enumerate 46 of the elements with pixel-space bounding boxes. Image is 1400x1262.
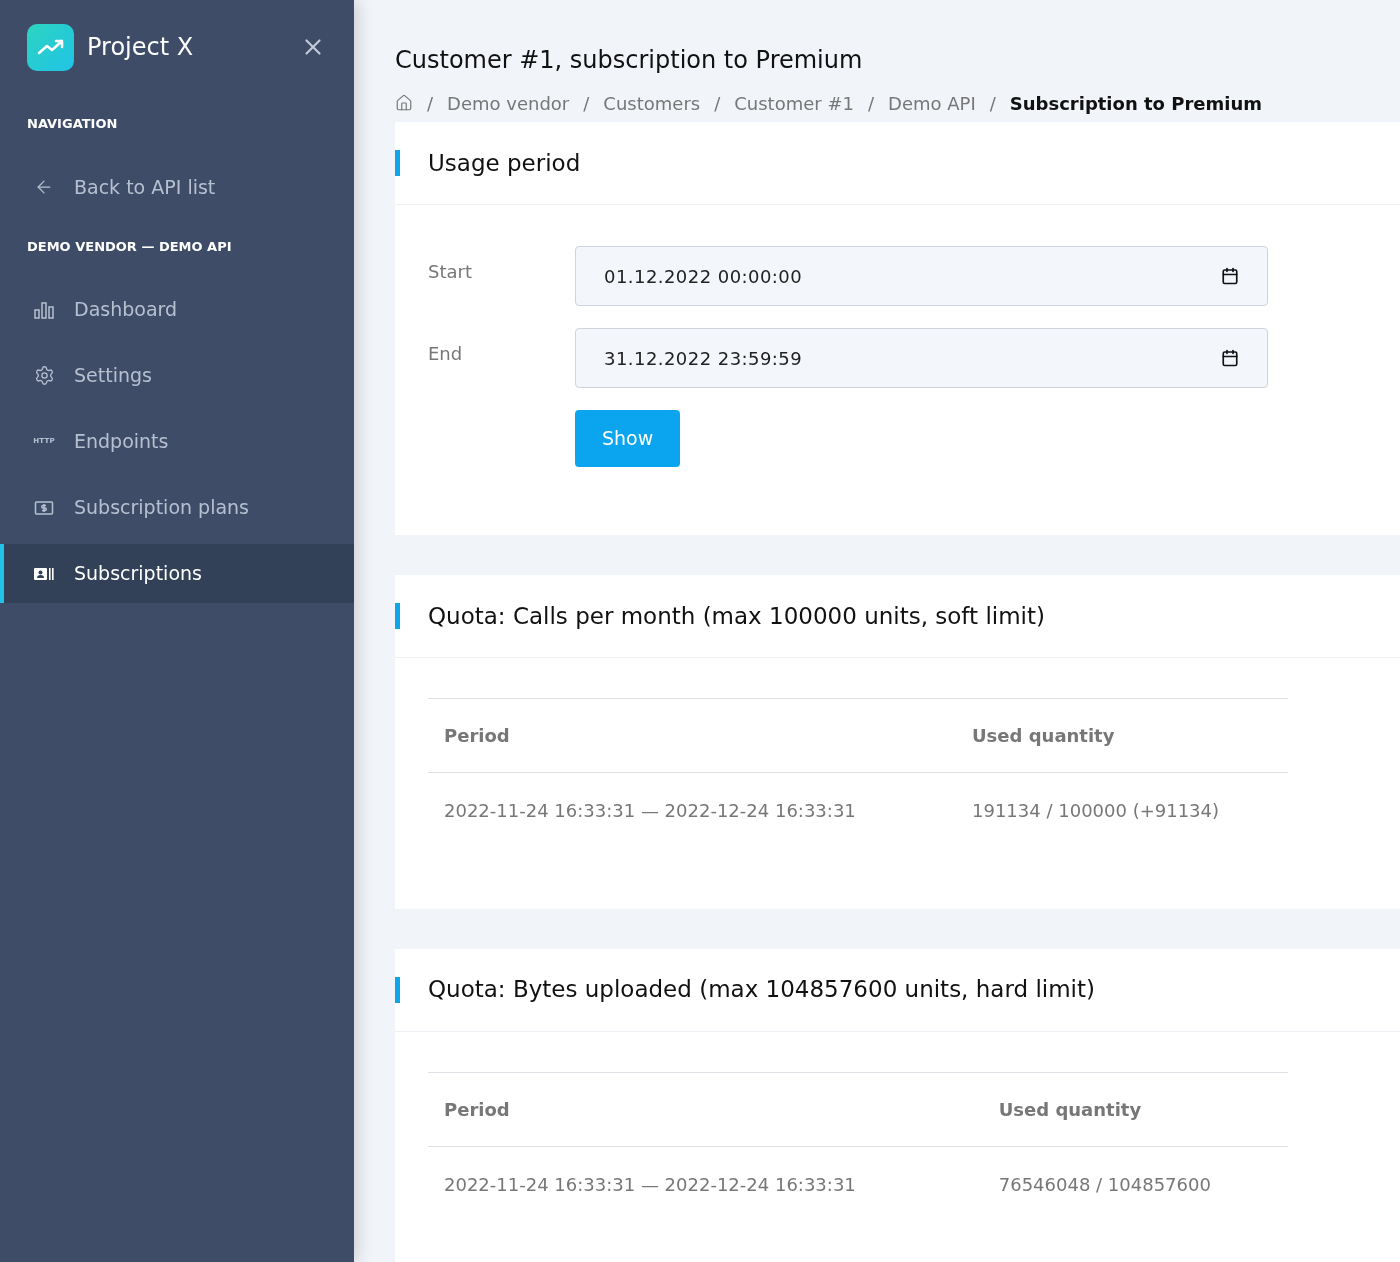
- column-header: Used quantity: [956, 698, 1288, 773]
- nav-item[interactable]: Settings: [0, 346, 354, 405]
- date-time-field[interactable]: 31.12.2022 23:59:59: [575, 328, 1268, 388]
- section-heading: DEMO VENDOR — DEMO API: [26, 237, 233, 256]
- money-card-icon: [34, 499, 54, 516]
- card-title: Usage period: [428, 148, 581, 178]
- table-cell: 191134 / 100000 (+91134): [956, 772, 1288, 849]
- bar-chart-icon: [33, 299, 55, 320]
- breadcrumb-separator: /: [989, 91, 996, 116]
- breadcrumb-separator: /: [867, 91, 874, 116]
- card-title: Quota: Bytes uploaded (max 104857600 units, hard limit): [428, 975, 1095, 1005]
- home-icon[interactable]: [395, 94, 413, 112]
- calendar-icon[interactable]: [1221, 267, 1239, 285]
- section-heading: NAVIGATION: [26, 115, 119, 133]
- table-cell: 76546048 / 104857600: [982, 1146, 1288, 1222]
- breadcrumb-separator: /: [583, 91, 590, 116]
- app-name: Project X: [87, 32, 194, 63]
- breadcrumb-separator: /: [714, 91, 721, 116]
- column-header: Period: [428, 1072, 983, 1146]
- column-header: Period: [428, 698, 956, 773]
- calendar-icon[interactable]: [1221, 349, 1239, 367]
- settings-icon: [33, 365, 55, 386]
- breadcrumb-link[interactable]: Customers: [603, 89, 701, 117]
- field-label: Start: [428, 260, 473, 284]
- breadcrumb-separator: /: [427, 91, 434, 116]
- page-title: Customer #1, subscription to Premium: [395, 45, 864, 76]
- breadcrumb-link[interactable]: Customer #1: [734, 89, 854, 117]
- field-label: End: [428, 342, 464, 366]
- show-button[interactable]: Show: [575, 410, 681, 467]
- nav-item[interactable]: Subscriptions: [0, 544, 354, 603]
- date-time-field[interactable]: 01.12.2022 00:00:00: [575, 246, 1268, 306]
- breadcrumb-link[interactable]: Demo API: [888, 89, 976, 117]
- nav-item[interactable]: Back to API list: [0, 157, 354, 217]
- breadcrumb-current[interactable]: Subscription to Premium: [1009, 89, 1262, 117]
- table-cell: 2022-11-24 16:33:31 — 2022-12-24 16:33:31: [428, 1146, 983, 1222]
- column-header: Used quantity: [982, 1072, 1288, 1146]
- card-title: Quota: Calls per month (max 100000 units, soft limit): [428, 601, 1045, 631]
- id-card-icon: [33, 565, 55, 582]
- nav-item[interactable]: Subscription plans: [0, 478, 354, 537]
- accent-bar: [395, 976, 400, 1003]
- accent-bar: [395, 150, 400, 176]
- nav-item[interactable]: Dashboard: [0, 280, 354, 339]
- logo-icon: [27, 23, 74, 71]
- table-cell: 2022-11-24 16:33:31 — 2022-12-24 16:33:31: [428, 772, 956, 849]
- accent-bar: [395, 603, 400, 629]
- breadcrumb-link[interactable]: Demo vendor: [447, 89, 570, 117]
